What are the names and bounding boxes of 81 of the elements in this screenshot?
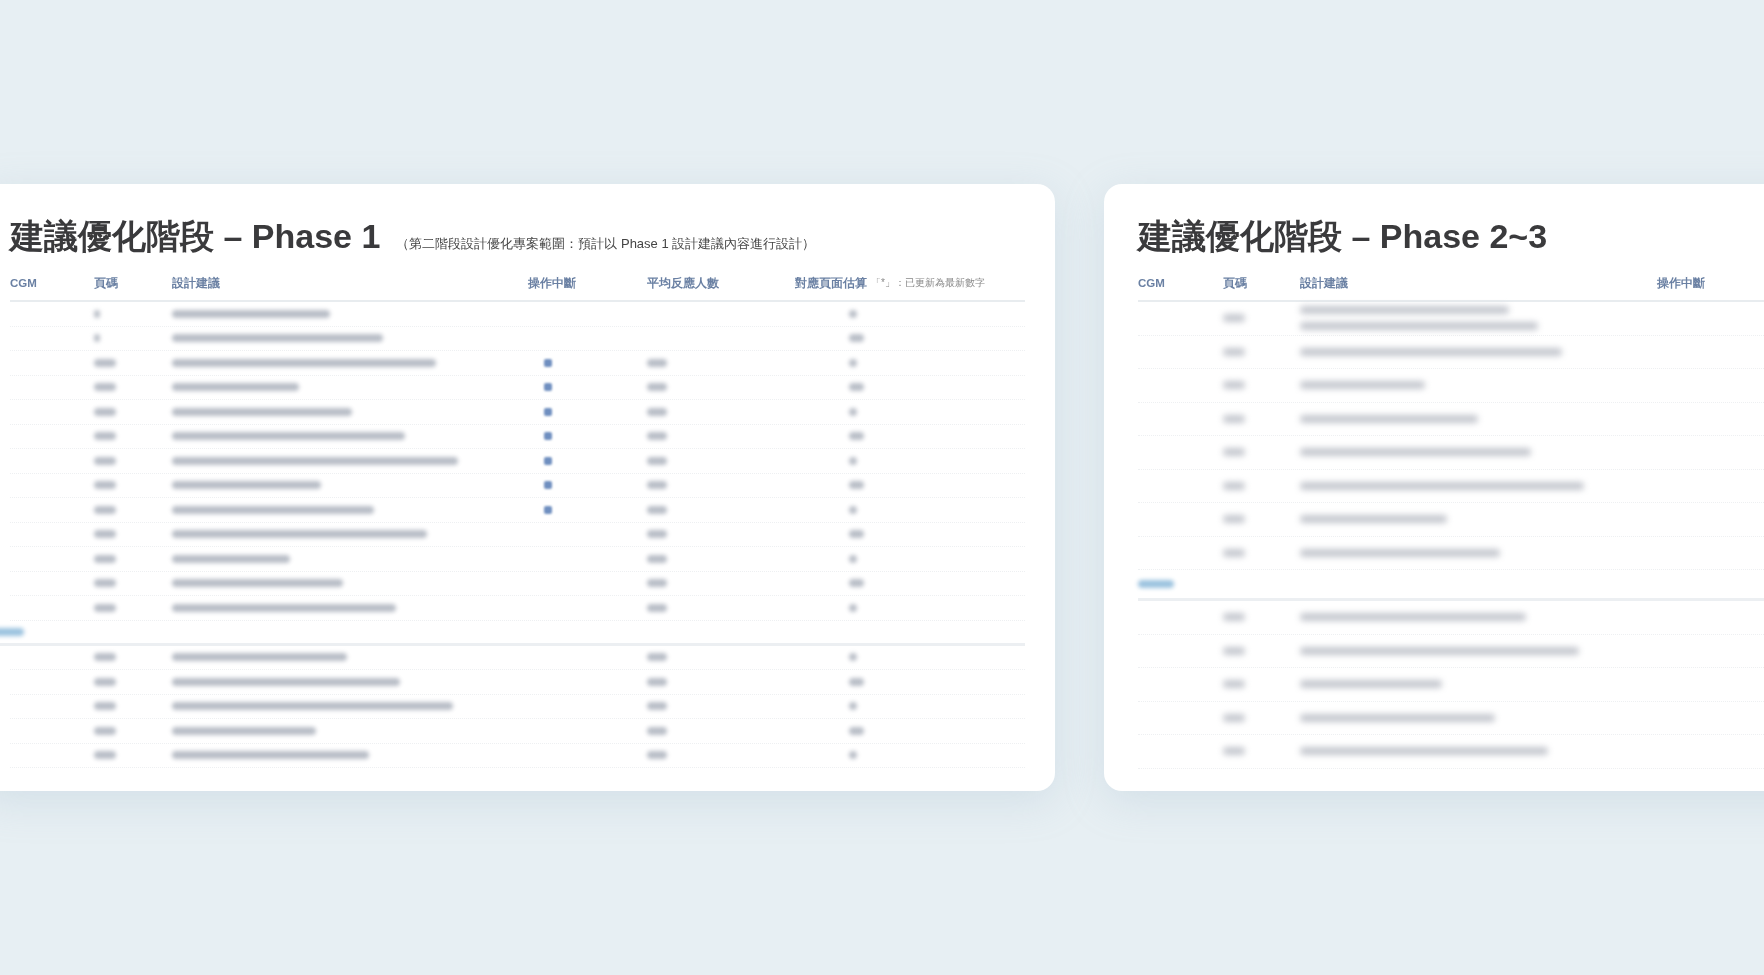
blurred-text (849, 383, 864, 392)
blurred-text (1223, 414, 1245, 423)
blurred-text (647, 481, 667, 490)
blurred-text (849, 677, 864, 686)
blurred-text (94, 653, 116, 662)
blurred-text (1223, 314, 1245, 323)
blurred-text (94, 481, 116, 490)
blurred-text (94, 383, 116, 392)
panel-subtitle: （第二階段設計優化專案範圍：預計以 Phase 1 設計建議內容進行設計） (396, 235, 816, 253)
blurred-text (1223, 448, 1245, 457)
blurred-text (94, 751, 116, 760)
column-header: 頁碼 (1223, 275, 1248, 291)
panel-title: 建議優化階段 – Phase 2~3 (1138, 216, 1548, 257)
blurred-text (1223, 646, 1245, 655)
column-header: 對應頁面估算 (795, 275, 867, 291)
blurred-text (849, 334, 864, 343)
blurred-text (1223, 747, 1245, 756)
blurred-text (94, 456, 116, 465)
blurred-text (849, 702, 857, 711)
blurred-text (94, 334, 100, 343)
column-header: 操作中斷 (1657, 275, 1706, 291)
blurred-text (1223, 548, 1245, 557)
blurred-text (1223, 481, 1245, 490)
column-header: 頁碼 (94, 275, 119, 291)
blurred-text (647, 530, 667, 539)
blurred-text (94, 554, 116, 563)
blurred-text (94, 309, 100, 318)
blurred-text (647, 432, 667, 441)
blurred-text (849, 579, 864, 588)
blurred-text (647, 554, 667, 563)
blurred-text (849, 432, 864, 441)
blurred-text (94, 505, 116, 514)
blurred-text (849, 481, 864, 490)
blurred-text (1223, 680, 1245, 689)
blurred-text (647, 358, 667, 367)
column-header: 設計建議 (1300, 275, 1349, 291)
blurred-text (849, 407, 857, 416)
blurred-text (1223, 613, 1245, 622)
column-header: 平均反應人數 (647, 275, 720, 291)
blurred-text (94, 603, 116, 612)
column-header: 設計建議 (172, 275, 221, 291)
blurred-text (647, 579, 667, 588)
blurred-text (647, 505, 667, 514)
blurred-text (647, 726, 667, 735)
blurred-text (647, 677, 667, 686)
blurred-text (647, 456, 667, 465)
blurred-tag (1138, 580, 1174, 588)
blurred-text (849, 309, 857, 318)
blurred-text (647, 751, 667, 760)
blurred-text (849, 456, 857, 465)
blurred-text (849, 603, 857, 612)
blurred-text (94, 530, 116, 539)
blurred-text (94, 407, 116, 416)
blurred-text (94, 726, 116, 735)
blurred-text (849, 751, 857, 760)
column-note: 「*」：已更新為最新數字 (871, 276, 985, 290)
panel-title: 建議優化階段 – Phase 1 (10, 216, 381, 257)
blurred-text (849, 554, 857, 563)
blurred-text (94, 702, 116, 711)
blurred-text (849, 530, 864, 539)
column-header: CGM (1138, 277, 1166, 289)
blurred-text (849, 653, 857, 662)
blurred-text (94, 358, 116, 367)
blurred-text (1223, 515, 1245, 524)
blurred-tag (0, 627, 24, 636)
blurred-text (94, 677, 116, 686)
blurred-text (647, 653, 667, 662)
column-header: 操作中斷 (528, 275, 577, 291)
blurred-text (647, 603, 667, 612)
blurred-text (1223, 381, 1245, 390)
blurred-text (1223, 347, 1245, 356)
blurred-text (1223, 713, 1245, 722)
blurred-text (647, 383, 667, 392)
blurred-text (849, 358, 857, 367)
column-header: CGM (10, 277, 38, 289)
blurred-text (647, 407, 667, 416)
blurred-text (647, 702, 667, 711)
blurred-text (94, 432, 116, 441)
blurred-text (849, 726, 864, 735)
blurred-text (849, 505, 857, 514)
blurred-text (94, 579, 116, 588)
